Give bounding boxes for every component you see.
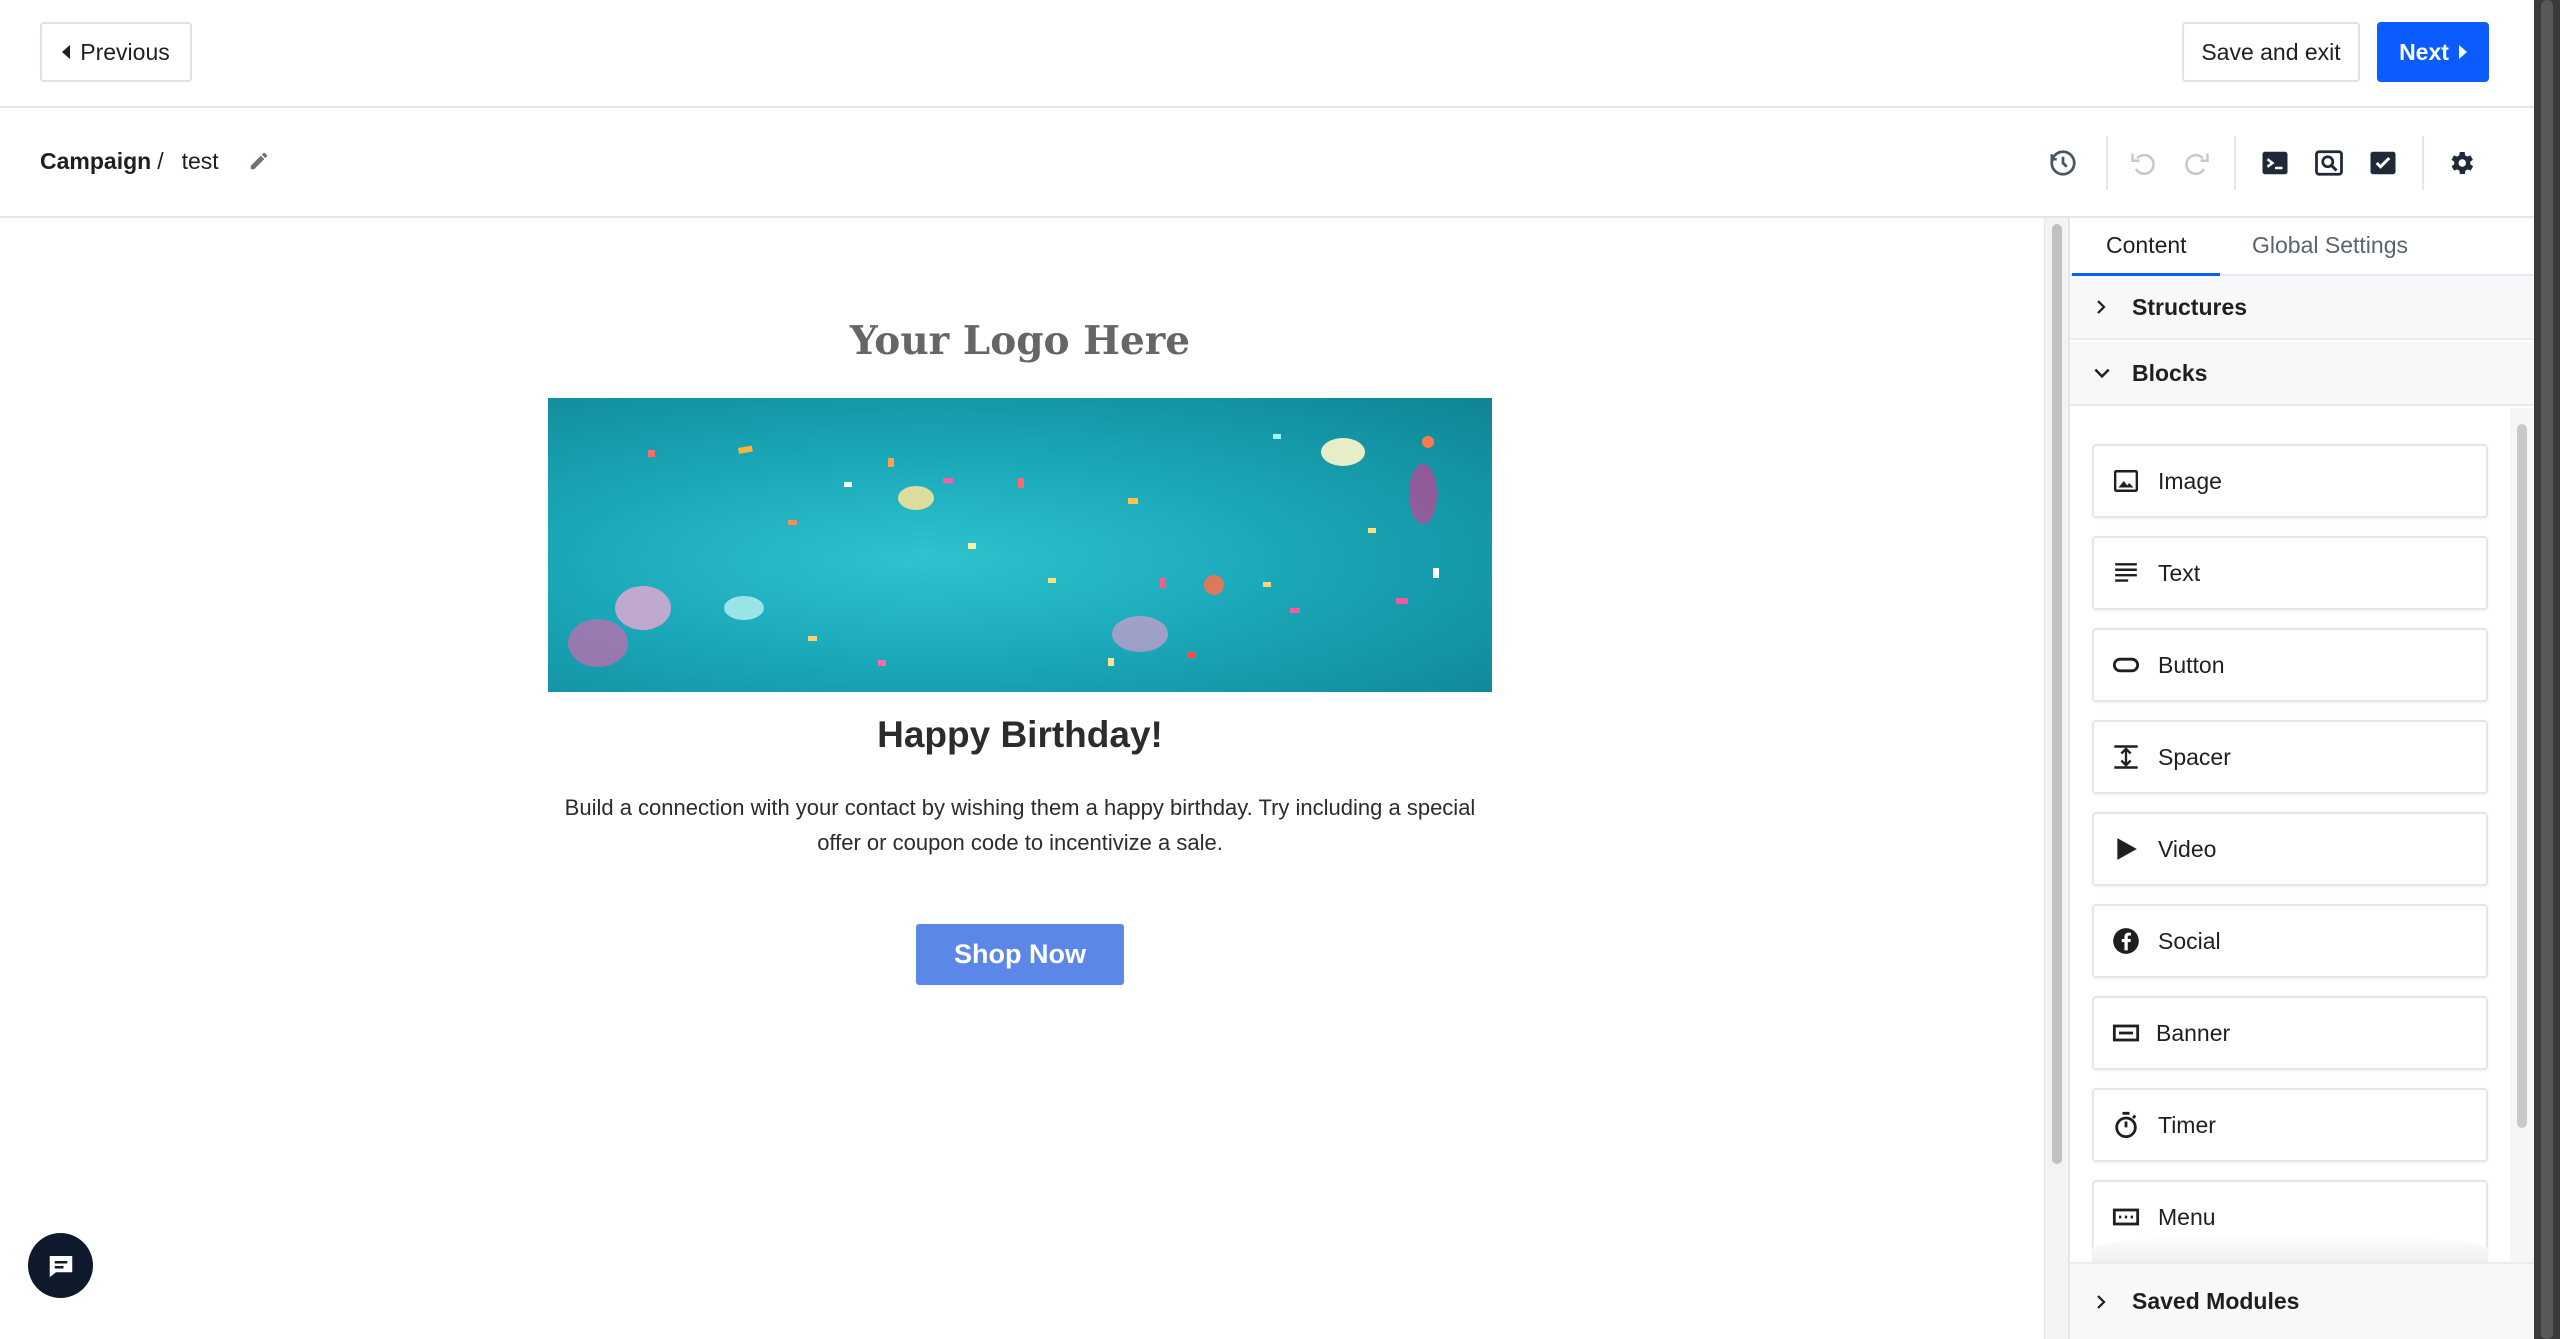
block-banner[interactable]: Banner bbox=[2092, 996, 2488, 1070]
code-icon[interactable] bbox=[2258, 146, 2292, 180]
block-label: Timer bbox=[2158, 1111, 2216, 1138]
text-icon bbox=[2110, 557, 2142, 589]
timer-icon bbox=[2110, 1109, 2142, 1141]
saved-modules-section-header[interactable]: Saved Modules bbox=[2070, 1262, 2536, 1339]
checklist-icon[interactable] bbox=[2366, 146, 2400, 180]
button-icon bbox=[2110, 649, 2142, 681]
blocks-list: Image Text Button Spacer Video Social Ba… bbox=[2070, 408, 2510, 1262]
top-bar: Previous Save and exit Next bbox=[0, 0, 2534, 108]
chevron-right-icon bbox=[2092, 1293, 2132, 1311]
structures-label: Structures bbox=[2132, 293, 2248, 320]
image-icon bbox=[2110, 465, 2142, 497]
blocks-section-header[interactable]: Blocks bbox=[2070, 342, 2536, 406]
window-scrollbar-thumb[interactable] bbox=[2541, 0, 2553, 1339]
canvas-scrollbar-thumb[interactable] bbox=[2052, 224, 2062, 1164]
save-and-exit-button[interactable]: Save and exit bbox=[2182, 22, 2360, 82]
history-icon[interactable] bbox=[2046, 146, 2080, 180]
window-scrollbar[interactable] bbox=[2534, 0, 2560, 1339]
confetti-image bbox=[568, 434, 1439, 667]
undo-icon[interactable] bbox=[2126, 146, 2160, 180]
block-video[interactable]: Video bbox=[2092, 812, 2488, 886]
block-label: Spacer bbox=[2158, 743, 2231, 770]
previous-label: Previous bbox=[80, 38, 170, 65]
tab-content[interactable]: Content bbox=[2106, 232, 2187, 259]
facebook-icon bbox=[2110, 925, 2142, 957]
chevron-down-icon bbox=[2092, 363, 2132, 383]
hero-image[interactable] bbox=[548, 398, 1492, 692]
tab-global-settings[interactable]: Global Settings bbox=[2252, 232, 2408, 259]
redo-icon[interactable] bbox=[2180, 146, 2214, 180]
caret-left-icon bbox=[62, 45, 71, 59]
spacer-icon bbox=[2110, 741, 2142, 773]
body-copy-line: Build a connection with your contact by … bbox=[564, 795, 1476, 820]
block-timer[interactable]: Timer bbox=[2092, 1088, 2488, 1162]
logo-text[interactable]: Your Logo Here bbox=[548, 318, 1492, 364]
next-label: Next bbox=[2399, 38, 2449, 65]
structures-section-header[interactable]: Structures bbox=[2070, 276, 2536, 340]
block-image[interactable]: Image bbox=[2092, 444, 2488, 518]
toolbar-divider bbox=[2106, 136, 2108, 190]
next-block-edge bbox=[2092, 1234, 2488, 1262]
chat-launcher-button[interactable] bbox=[28, 1233, 93, 1298]
panel-tabs: Content Global Settings bbox=[2070, 218, 2536, 276]
toolbar-divider bbox=[2234, 136, 2236, 190]
body-copy-line: offer or coupon code to incentivize a sa… bbox=[817, 830, 1223, 855]
block-social[interactable]: Social bbox=[2092, 904, 2488, 978]
breadcrumb-separator: / bbox=[157, 148, 164, 174]
previous-button[interactable]: Previous bbox=[40, 22, 192, 82]
preview-icon[interactable] bbox=[2312, 146, 2346, 180]
campaign-name: test bbox=[181, 148, 219, 174]
caret-right-icon bbox=[2458, 45, 2467, 59]
blocks-scrollbar[interactable] bbox=[2510, 408, 2534, 1262]
headline[interactable]: Happy Birthday! bbox=[548, 714, 1492, 756]
body-copy[interactable]: Build a connection with your contact by … bbox=[548, 790, 1492, 860]
block-button[interactable]: Button bbox=[2092, 628, 2488, 702]
editor-toolbar: Campaign / test bbox=[0, 108, 2534, 218]
blocks-scrollbar-thumb[interactable] bbox=[2517, 424, 2527, 1128]
block-label: Button bbox=[2158, 651, 2225, 678]
menu-icon bbox=[2110, 1201, 2142, 1233]
block-spacer[interactable]: Spacer bbox=[2092, 720, 2488, 794]
block-label: Text bbox=[2158, 559, 2201, 586]
breadcrumb-root[interactable]: Campaign bbox=[40, 148, 151, 175]
right-panel: Content Global Settings Structures Block… bbox=[2068, 218, 2536, 1339]
email-canvas[interactable] bbox=[0, 218, 2044, 1339]
settings-icon[interactable] bbox=[2444, 146, 2478, 180]
block-label: Image bbox=[2158, 467, 2222, 494]
block-label: Banner bbox=[2156, 1019, 2231, 1046]
saved-modules-label: Saved Modules bbox=[2132, 1288, 2300, 1314]
block-label: Video bbox=[2158, 835, 2217, 862]
canvas-scrollbar[interactable] bbox=[2044, 218, 2068, 1339]
pencil-icon[interactable] bbox=[248, 150, 270, 177]
shop-now-button[interactable]: Shop Now bbox=[916, 924, 1124, 985]
block-label: Menu bbox=[2158, 1203, 2216, 1230]
toolbar-divider bbox=[2422, 136, 2424, 190]
banner-icon bbox=[2110, 1017, 2142, 1049]
block-text[interactable]: Text bbox=[2092, 536, 2488, 610]
save-and-exit-label: Save and exit bbox=[2201, 38, 2341, 65]
video-icon bbox=[2110, 833, 2142, 865]
blocks-label: Blocks bbox=[2132, 359, 2208, 386]
block-label: Social bbox=[2158, 927, 2221, 954]
chat-icon bbox=[49, 1255, 72, 1277]
breadcrumb: Campaign / test bbox=[40, 148, 219, 175]
chevron-right-icon bbox=[2092, 298, 2132, 316]
next-button[interactable]: Next bbox=[2377, 22, 2489, 82]
